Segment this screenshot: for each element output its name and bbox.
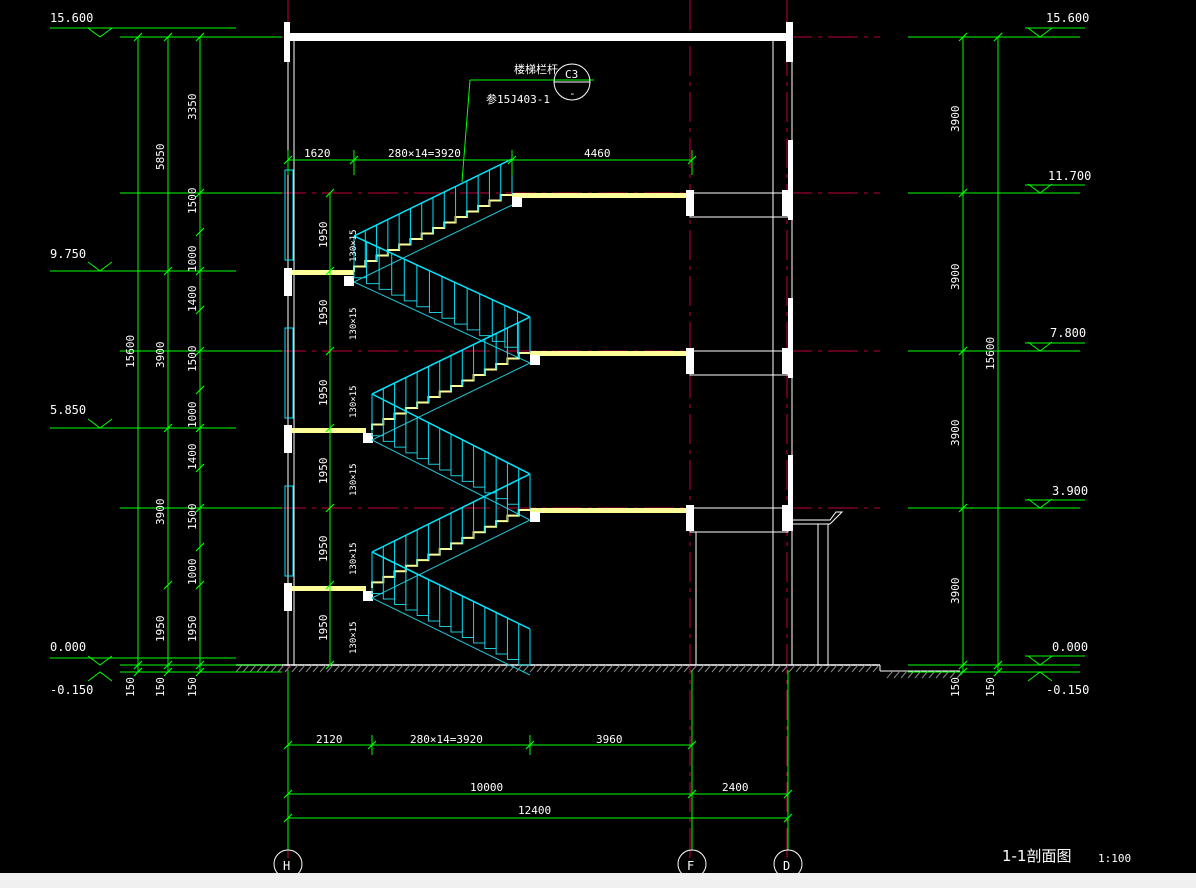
dim-left-c2-4: 150 — [154, 677, 167, 697]
dim-top-a: 1620 — [304, 147, 331, 160]
riser-label-5: 130×15 — [349, 542, 359, 575]
callout-ref: 参15J403-1 — [486, 92, 550, 106]
dim-bottom-b: 280×14=3920 — [410, 733, 483, 746]
dim-stair-h-4: 1950 — [317, 458, 330, 485]
dim-right-bottom-1: 150 — [949, 677, 962, 697]
axis-label-d: D — [783, 859, 790, 873]
dim-left-c2-0: 5850 — [154, 144, 167, 171]
axis-label-h: H — [283, 859, 290, 873]
dim-left-c3-6: 1400 — [186, 444, 199, 471]
dim-stair-h-1: 1950 — [317, 222, 330, 249]
callout-sheet-top: C3 — [565, 68, 578, 81]
dim-left-c3-10: 150 — [186, 677, 199, 697]
dim-right-bottom-2: 150 — [984, 677, 997, 697]
dim-left-c3-9: 1950 — [186, 616, 199, 643]
riser-label-2: 130×15 — [349, 307, 359, 340]
dim-right-floor-1: 3900 — [949, 106, 962, 133]
dim-bottom-a: 2120 — [316, 733, 343, 746]
dim-stair-h-5: 1950 — [317, 536, 330, 563]
elev-right-2: 11.700 — [1048, 169, 1091, 183]
dim-left-c2-2: 3900 — [154, 499, 167, 526]
dim-left-c3-3: 1400 — [186, 286, 199, 313]
dim-left-c2-3: 1950 — [154, 616, 167, 643]
dim-left-c2-1: 3900 — [154, 342, 167, 369]
dim-right-floor-2: 3900 — [949, 264, 962, 291]
section-drawing: C3 - 楼梯栏杆 参15J403-1 H F D 15.600 9.750 5… — [0, 0, 1196, 888]
riser-label-6: 130×15 — [349, 621, 359, 654]
riser-label-4: 130×15 — [349, 463, 359, 496]
elev-left-1: 15.600 — [50, 11, 93, 25]
dim-left-c3-0: 3350 — [186, 94, 199, 121]
elev-right-6: -0.150 — [1046, 683, 1089, 697]
dim-left-c3-5: 1000 — [186, 402, 199, 429]
dim-left-c3-8: 1000 — [186, 559, 199, 586]
callout-sheet-bottom: - — [569, 87, 576, 100]
elev-left-3: 5.850 — [50, 403, 86, 417]
dim-left-c3-4: 1500 — [186, 346, 199, 373]
drawing-scale: 1:100 — [1098, 852, 1131, 865]
riser-label-1: 130×15 — [349, 229, 359, 262]
dim-right-overall: 15600 — [984, 337, 997, 370]
dim-left-overall: 15600 — [124, 335, 137, 368]
dim-stair-h-3: 1950 — [317, 380, 330, 407]
dim-top-c: 4460 — [584, 147, 611, 160]
callout-label: 楼梯栏杆 — [514, 62, 558, 76]
elev-right-5: 0.000 — [1052, 640, 1088, 654]
elev-left-5: -0.150 — [50, 683, 93, 697]
dim-left-c3-7: 1500 — [186, 504, 199, 531]
dim-bottom-total: 12400 — [518, 804, 551, 817]
elev-right-3: 7.800 — [1050, 326, 1086, 340]
axis-label-f: F — [687, 859, 694, 873]
dim-bottom-e: 2400 — [722, 781, 749, 794]
dim-top-b: 280×14=3920 — [388, 147, 461, 160]
elev-right-4: 3.900 — [1052, 484, 1088, 498]
riser-label-3: 130×15 — [349, 385, 359, 418]
elev-left-4: 0.000 — [50, 640, 86, 654]
dim-stair-h-2: 1950 — [317, 300, 330, 327]
dim-stair-h-6: 1950 — [317, 615, 330, 642]
dim-right-floor-3: 3900 — [949, 420, 962, 447]
drawing-title: 1-1剖面图 — [1002, 847, 1072, 865]
elev-left-2: 9.750 — [50, 247, 86, 261]
dim-right-floor-4: 3900 — [949, 578, 962, 605]
elev-right-1: 15.600 — [1046, 11, 1089, 25]
dim-left-col1-bottom: 150 — [124, 677, 137, 697]
dim-left-c3-1: 1500 — [186, 188, 199, 215]
status-strip — [0, 873, 1196, 888]
dim-bottom-d: 10000 — [470, 781, 503, 794]
dim-left-c3-2: 1000 — [186, 246, 199, 273]
dim-bottom-c: 3960 — [596, 733, 623, 746]
